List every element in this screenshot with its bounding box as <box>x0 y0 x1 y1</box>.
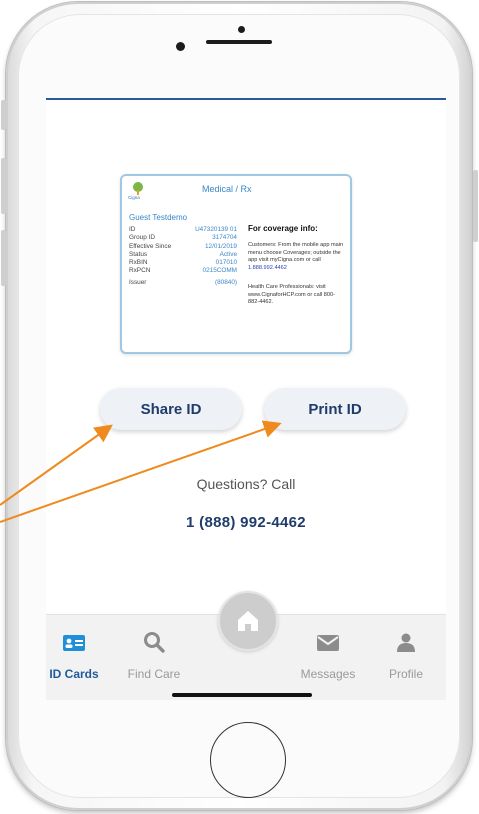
tab-messages[interactable]: Messages <box>288 631 368 681</box>
tab-label: ID Cards <box>49 667 99 681</box>
card-field: Issuer (80840) <box>129 278 237 287</box>
field-label: RxPCN <box>129 267 151 274</box>
proximity-sensor <box>238 26 245 33</box>
coverage-info-heading: For coverage info: <box>248 224 318 233</box>
coverage-phone: 1.888.992.4462 <box>248 265 287 272</box>
envelope-icon <box>317 635 339 651</box>
tab-profile[interactable]: Profile <box>366 631 446 681</box>
search-icon <box>144 632 165 653</box>
app-screen: Cigna Medical / Rx Guest Testdemo ID U47… <box>46 98 446 700</box>
member-name: Guest Testdemo <box>129 213 188 222</box>
field-value: 0215COMM <box>202 267 237 274</box>
earpiece-speaker <box>206 40 272 44</box>
side-button-volume-down <box>1 230 6 286</box>
header-divider <box>46 98 446 100</box>
tab-label: Profile <box>388 667 423 681</box>
side-button-mute <box>1 100 6 130</box>
home-icon <box>238 611 258 631</box>
coverage-customers-text: Customers: From the mobile app main menu… <box>248 242 344 272</box>
cigna-logo: Cigna <box>128 182 147 200</box>
tab-id-cards[interactable]: ID Cards <box>46 631 114 681</box>
field-value: (80840) <box>214 279 237 286</box>
card-field: Group ID 3174704 <box>129 233 237 242</box>
field-value: 3174704 <box>212 234 237 241</box>
person-icon <box>397 633 415 652</box>
tab-label: Find Care <box>127 667 181 681</box>
bottom-tab-bar: ID Cards Find Care Messages Profile <box>46 591 446 700</box>
tab-home[interactable] <box>218 591 278 651</box>
home-indicator <box>172 693 312 697</box>
tab-label: Messages <box>300 667 356 681</box>
tab-find-care[interactable]: Find Care <box>114 631 194 681</box>
card-field: RxPCN 0215COMM <box>129 266 237 275</box>
physical-home-button[interactable] <box>210 722 286 798</box>
print-id-button[interactable]: Print ID <box>264 388 406 430</box>
support-phone-link[interactable]: 1 (888) 992-4462 <box>46 514 446 531</box>
side-button-power <box>473 170 478 242</box>
plan-type: Medical / Rx <box>202 184 252 194</box>
digital-id-card: Cigna Medical / Rx Guest Testdemo ID U47… <box>120 174 352 354</box>
share-id-button[interactable]: Share ID <box>100 388 242 430</box>
id-card-icon <box>63 635 85 651</box>
coverage-hcp-text: Health Care Professionals: visit www.Cig… <box>248 284 335 306</box>
field-label: Issuer <box>129 279 147 286</box>
questions-label: Questions? Call <box>196 476 296 492</box>
front-camera <box>176 42 185 51</box>
field-label: Group ID <box>129 234 155 241</box>
brand-wordmark: Cigna <box>128 195 140 200</box>
side-button-volume-up <box>1 158 6 214</box>
